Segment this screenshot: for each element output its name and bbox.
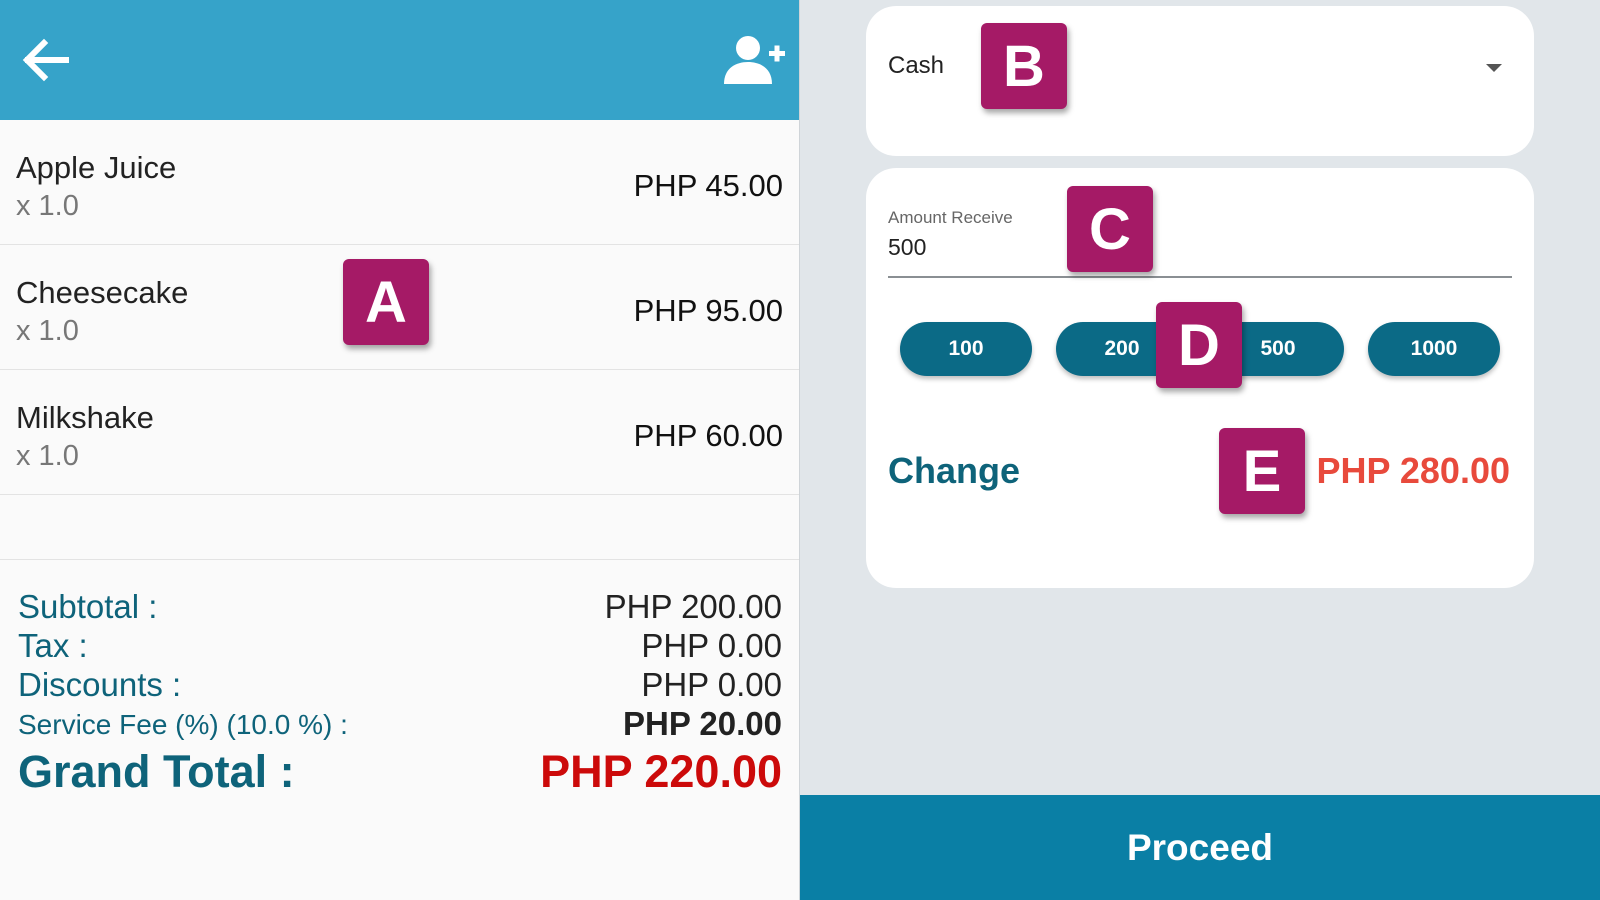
annotation-marker-e: E (1219, 428, 1305, 514)
service-fee-value: PHP 20.00 (622, 705, 782, 742)
tax-value: PHP 0.00 (641, 627, 782, 664)
subtotal-row: Subtotal : PHP 200.00 (18, 588, 782, 627)
grand-total-row: Grand Total : PHP 220.00 (18, 746, 782, 806)
amount-received-field[interactable]: Amount Receive 500 (888, 208, 1512, 278)
item-quantity: x 1.0 (16, 190, 79, 222)
annotation-marker-d: D (1156, 302, 1242, 388)
amount-received-label: Amount Receive (888, 208, 1013, 227)
amount-received-value: 500 (888, 234, 927, 260)
quick-amount-100-button[interactable]: 100 (900, 322, 1032, 376)
change-value: PHP 280.00 (1316, 450, 1510, 491)
annotation-marker-b: B (981, 23, 1067, 109)
payment-method-value: Cash (888, 52, 945, 79)
discounts-value: PHP 0.00 (641, 666, 782, 703)
item-price: PHP 60.00 (633, 418, 783, 453)
service-fee-row: Service Fee (%) (10.0 %) : PHP 20.00 (18, 705, 782, 744)
list-item[interactable]: Milkshake x 1.0 PHP 60.00 (0, 370, 799, 495)
item-price: PHP 95.00 (633, 293, 783, 328)
discounts-label: Discounts : (18, 666, 182, 703)
item-name: Apple Juice (16, 150, 177, 185)
subtotal-label: Subtotal : (18, 588, 158, 625)
subtotal-value: PHP 200.00 (604, 588, 782, 625)
annotation-marker-c: C (1067, 186, 1153, 272)
service-fee-label: Service Fee (%) (10.0 %) : (18, 709, 348, 740)
order-summary: Subtotal : PHP 200.00 Tax : PHP 0.00 Dis… (18, 588, 782, 806)
quick-amount-1000-button[interactable]: 1000 (1368, 322, 1500, 376)
top-app-bar (0, 0, 799, 120)
item-quantity: x 1.0 (16, 440, 79, 472)
payment-method-card: Cash (866, 6, 1534, 156)
order-panel: Apple Juice x 1.0 PHP 45.00 Cheesecake x… (0, 0, 799, 900)
add-customer-button[interactable] (722, 34, 786, 86)
payment-panel: Cash Amount Receive 500 100 200 500 1000… (800, 0, 1600, 900)
grand-total-value: PHP 220.00 (540, 746, 782, 797)
grand-total-label: Grand Total : (18, 746, 295, 797)
change-label: Change (888, 450, 1021, 491)
item-name: Cheesecake (16, 275, 189, 310)
tax-row: Tax : PHP 0.00 (18, 627, 782, 666)
person-add-icon (724, 36, 785, 84)
proceed-label: Proceed (1126, 826, 1273, 868)
discounts-row: Discounts : PHP 0.00 (18, 666, 782, 705)
back-button[interactable] (20, 34, 72, 86)
item-quantity: x 1.0 (16, 315, 79, 347)
tax-label: Tax : (18, 627, 88, 664)
dropdown-arrow-icon (1486, 64, 1502, 72)
annotation-marker-a: A (343, 259, 429, 345)
proceed-button[interactable]: Proceed (800, 795, 1600, 900)
item-price: PHP 45.00 (633, 168, 783, 203)
item-name: Milkshake (16, 400, 154, 435)
list-item[interactable]: Apple Juice x 1.0 PHP 45.00 (0, 120, 799, 245)
summary-divider (0, 559, 799, 560)
arrow-left-icon (22, 38, 69, 82)
